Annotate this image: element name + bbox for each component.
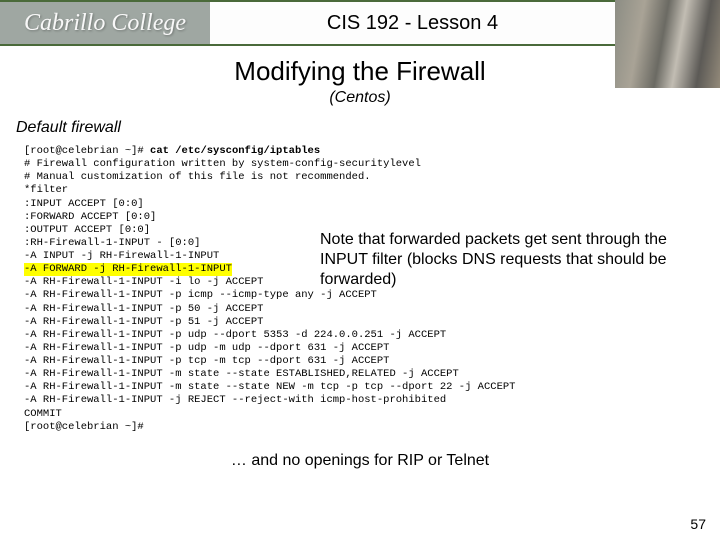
output-line: COMMIT <box>24 408 62 420</box>
output-line: -A RH-Firewall-1-INPUT -m state --state … <box>24 381 515 393</box>
callout-note: Note that forwarded packets get sent thr… <box>320 230 680 290</box>
header-photo <box>615 0 720 88</box>
page-title: Modifying the Firewall <box>0 56 720 87</box>
output-line: :OUTPUT ACCEPT [0:0] <box>24 224 150 236</box>
college-logo: Cabrillo College <box>0 2 210 44</box>
output-line: -A INPUT -j RH-Firewall-1-INPUT <box>24 250 219 262</box>
header-bar: Cabrillo College CIS 192 - Lesson 4 <box>0 0 720 46</box>
output-line: -A RH-Firewall-1-INPUT -p icmp --icmp-ty… <box>24 289 377 301</box>
output-line: *filter <box>24 184 68 196</box>
output-line: :RH-Firewall-1-INPUT - [0:0] <box>24 237 200 249</box>
output-line: -A RH-Firewall-1-INPUT -j REJECT --rejec… <box>24 394 446 406</box>
command-text: cat /etc/sysconfig/iptables <box>150 145 320 157</box>
output-line: -A RH-Firewall-1-INPUT -m state --state … <box>24 368 459 380</box>
output-line: :FORWARD ACCEPT [0:0] <box>24 211 156 223</box>
output-line: :INPUT ACCEPT [0:0] <box>24 198 144 210</box>
output-line: -A RH-Firewall-1-INPUT -p 50 -j ACCEPT <box>24 303 263 315</box>
page-subtitle: (Centos) <box>0 89 720 107</box>
highlighted-line: -A FORWARD -j RH-Firewall-1-INPUT <box>24 263 232 276</box>
output-line: -A RH-Firewall-1-INPUT -i lo -j ACCEPT <box>24 276 263 288</box>
output-line: -A RH-Firewall-1-INPUT -p 51 -j ACCEPT <box>24 316 263 328</box>
output-line: -A RH-Firewall-1-INPUT -p udp --dport 53… <box>24 329 446 341</box>
output-line: -A RH-Firewall-1-INPUT -p tcp -m tcp --d… <box>24 355 389 367</box>
output-line: # Manual customization of this file is n… <box>24 171 371 183</box>
section-heading: Default firewall <box>16 119 720 137</box>
prompt: [root@celebrian ~]# <box>24 421 144 433</box>
logo-text: Cabrillo College <box>24 10 186 37</box>
output-line: -A RH-Firewall-1-INPUT -p udp -m udp --d… <box>24 342 389 354</box>
output-line: # Firewall configuration written by syst… <box>24 158 421 170</box>
prompt: [root@celebrian ~]# <box>24 145 150 157</box>
page-number: 57 <box>690 516 706 532</box>
bottom-note: … and no openings for RIP or Telnet <box>0 452 720 470</box>
